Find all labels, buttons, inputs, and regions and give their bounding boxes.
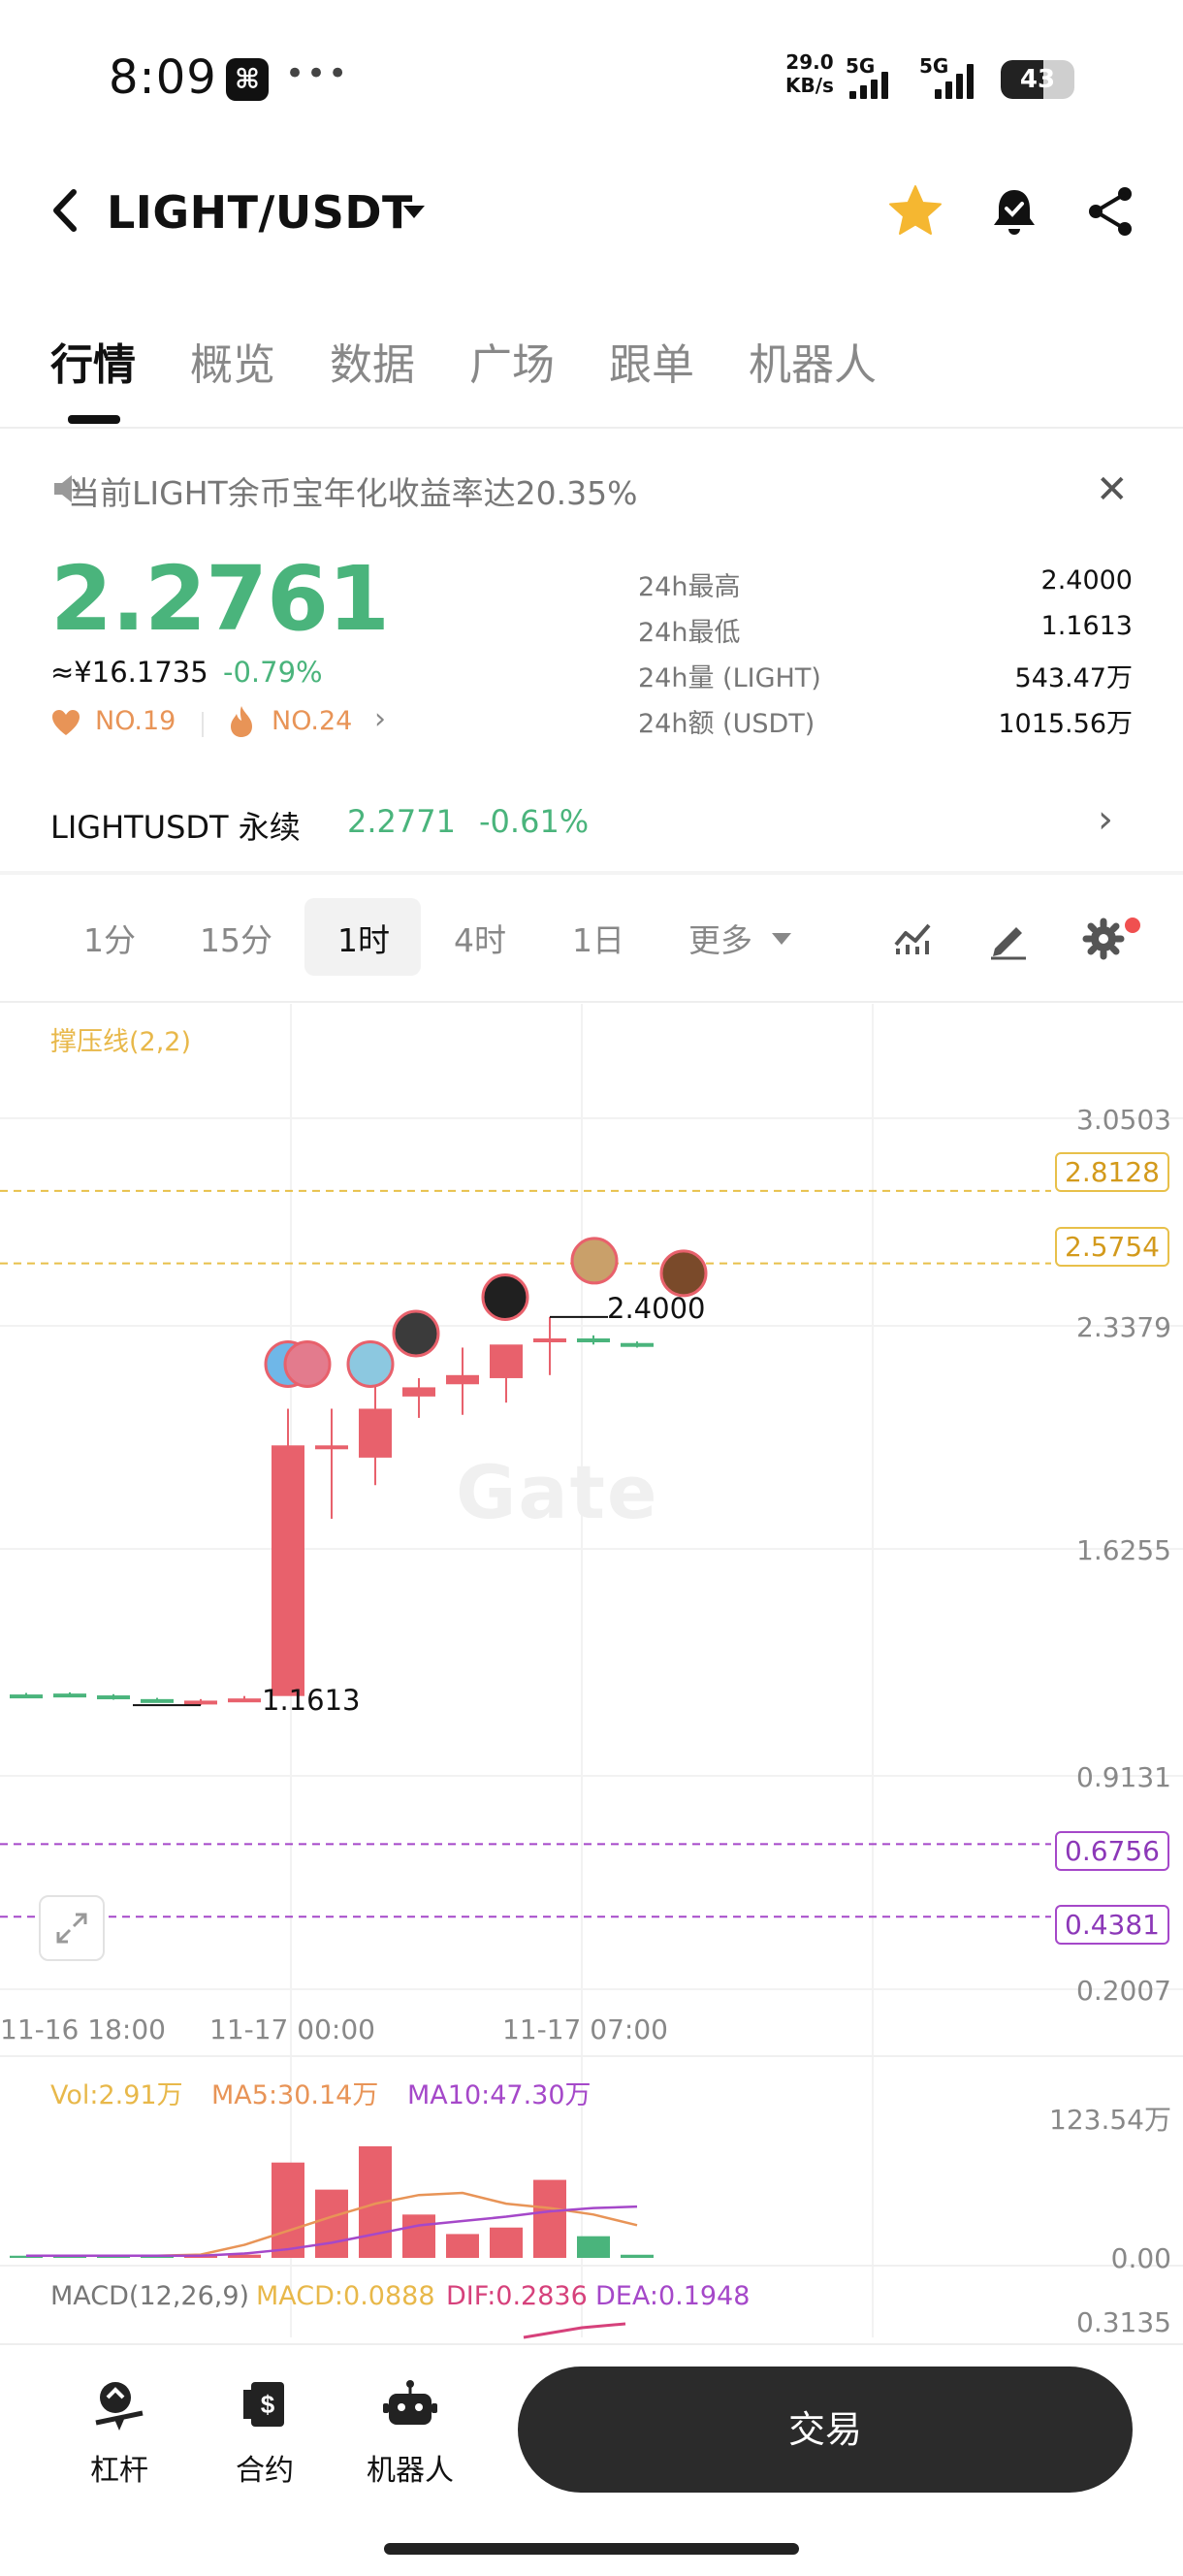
volume-bar (621, 2254, 654, 2258)
resistance-tag[interactable]: 2.5754 (1055, 1227, 1169, 1267)
macd-axis-label: 0.3135 (1076, 2306, 1171, 2338)
user-avatar (392, 1309, 440, 1358)
trade-button[interactable]: 交易 (518, 2367, 1133, 2493)
ma5-value: MA5:30.14万 (211, 2080, 379, 2110)
gate-watermark: Gate (456, 1449, 659, 1535)
candle-body (621, 1342, 654, 1347)
volume-value: Vol:2.91万 (50, 2080, 183, 2110)
high-price-label: 2.4000 (607, 1292, 706, 1325)
user-avatar (570, 1237, 619, 1285)
volume-bar (577, 2236, 610, 2258)
candle-body (402, 1387, 435, 1397)
dif-value: DIF:0.2836 (446, 2281, 588, 2311)
time-axis-label: 11-17 07:00 (502, 2013, 668, 2045)
price-axis-label: 3.0503 (1076, 1104, 1171, 1136)
candle-body (272, 1445, 304, 1696)
candle-body (228, 1698, 261, 1703)
macd-value: MACD:0.0888 (256, 2281, 435, 2311)
home-indicator (384, 2543, 799, 2555)
contract-icon: $ (243, 2382, 284, 2427)
candle-body (184, 1700, 217, 1705)
time-axis-label: 11-16 18:00 (0, 2013, 166, 2045)
candle-body (53, 1693, 86, 1698)
volume-bar (446, 2234, 479, 2258)
low-price-label: 1.1613 (262, 1684, 361, 1717)
candle-body (533, 1337, 566, 1342)
dea-value: DEA:0.1948 (595, 2281, 751, 2311)
user-avatar (283, 1339, 332, 1388)
leverage-icon (95, 2382, 144, 2431)
nav-leverage[interactable]: 杠杆 (66, 2376, 173, 2489)
time-axis-label: 11-17 00:00 (209, 2013, 375, 2045)
volume-axis-label: 123.54万 (1049, 2104, 1171, 2136)
user-avatar (659, 1249, 708, 1298)
macd-label: MACD(12,26,9) (50, 2281, 250, 2311)
candle-body (577, 1337, 610, 1342)
volume-bar (272, 2162, 304, 2258)
volume-bar (533, 2179, 566, 2258)
candle-body (141, 1698, 174, 1703)
nav-robot[interactable]: 机器人 (357, 2376, 464, 2489)
indicator-label: 撑压线(2,2) (50, 1027, 192, 1057)
support-tag[interactable]: 0.4381 (1055, 1905, 1169, 1945)
nav-contract[interactable]: $ 合约 (211, 2376, 318, 2489)
candle-body (490, 1344, 523, 1378)
divider (0, 2343, 1183, 2345)
candle-body (97, 1695, 130, 1700)
price-axis-label: 2.3379 (1076, 1311, 1171, 1343)
ma10-value: MA10:47.30万 (407, 2080, 592, 2110)
robot-icon (383, 2380, 437, 2425)
macd-dif-line (523, 2322, 626, 2339)
candle-body (359, 1408, 392, 1458)
price-axis-label: 0.2007 (1076, 1975, 1171, 2007)
svg-text:$: $ (261, 2390, 275, 2419)
volume-axis-label: 0.00 (1110, 2242, 1171, 2274)
kline-chart[interactable] (0, 0, 1183, 2347)
user-avatar (481, 1272, 529, 1321)
support-tag[interactable]: 0.6756 (1055, 1831, 1169, 1871)
volume-bar (315, 2189, 348, 2258)
price-axis-label: 1.6255 (1076, 1534, 1171, 1566)
candle-body (446, 1374, 479, 1385)
volume-bar (402, 2214, 435, 2258)
resistance-tag[interactable]: 2.8128 (1055, 1152, 1169, 1192)
price-axis-label: 0.9131 (1076, 1761, 1171, 1793)
expand-icon[interactable] (39, 1895, 105, 1961)
candle-body (315, 1445, 348, 1450)
user-avatar (346, 1339, 395, 1388)
volume-bar (490, 2227, 523, 2258)
candle-body (10, 1694, 43, 1699)
